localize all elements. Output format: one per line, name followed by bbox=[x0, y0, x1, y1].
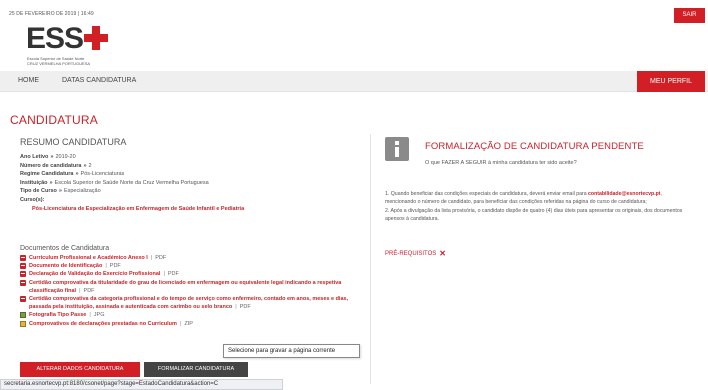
email-link[interactable]: contabilidade@esnortecvp.pt bbox=[588, 191, 661, 197]
tooltip: Selecione para gravar a página corrente bbox=[223, 344, 360, 358]
column-divider bbox=[370, 134, 371, 384]
field-numero-candidatura: Número de candidatura» 2 bbox=[20, 162, 92, 169]
pdf-icon bbox=[20, 255, 26, 261]
pdf-icon bbox=[20, 279, 26, 286]
pdf-icon bbox=[20, 271, 26, 278]
logo-subtitle-2: CRUZ VERMELHA PORTUGUESA bbox=[27, 61, 91, 66]
zip-icon bbox=[20, 320, 26, 327]
close-icon: ✕ bbox=[439, 249, 446, 258]
browser-status-bar: secretaria.esnortecvp.pt:8180/csonet/pag… bbox=[0, 379, 283, 390]
document-item: Declaração de Validação do Exercício Pro… bbox=[20, 270, 360, 278]
document-link[interactable]: Certidão comprovativa da titularidade do… bbox=[29, 280, 341, 294]
main-nav: HOME DATAS CANDIDATURA MEU PERFIL bbox=[0, 71, 708, 92]
document-item: Certidão comprovativa da categoria profi… bbox=[20, 295, 360, 311]
document-link[interactable]: Declaração de Validação do Exercício Pro… bbox=[29, 271, 160, 277]
page-title: CANDIDATURA bbox=[10, 113, 98, 127]
red-cross-icon bbox=[84, 26, 108, 50]
documents-title: Documentos de Candidatura bbox=[20, 245, 110, 252]
formalizacao-subtitle: O que FAZER A SEGUIR à minha candidatura… bbox=[425, 160, 577, 166]
document-link[interactable]: Curriculum Profissional e Académico Anex… bbox=[29, 255, 148, 261]
document-item: Curriculum Profissional e Académico Anex… bbox=[20, 254, 360, 262]
my-profile-button[interactable]: MEU PERFIL bbox=[637, 71, 705, 92]
field-tipo-curso: Tipo de Curso» Especialização bbox=[20, 188, 101, 195]
resumo-title: RESUMO CANDIDATURA bbox=[20, 137, 127, 147]
document-item: Fotografia Tipo Passe | JPG bbox=[20, 311, 360, 319]
document-link[interactable]: Certidão comprovativa da categoria profi… bbox=[29, 296, 348, 310]
field-curso-label: Curso(s): bbox=[20, 196, 45, 203]
info-icon bbox=[385, 137, 409, 161]
field-curso-value: Pós-Licenciatura de Especialização em En… bbox=[32, 205, 245, 212]
formalizacao-instructions: 1. Quando beneficiar das condições espec… bbox=[385, 190, 685, 224]
document-link[interactable]: Fotografia Tipo Passe bbox=[29, 312, 86, 318]
resumo-details: Ano Letivo» 2019-20 Número de candidatura… bbox=[20, 153, 244, 213]
image-icon bbox=[20, 312, 26, 319]
document-item: Comprovativos de declarações prestadas n… bbox=[20, 320, 360, 328]
field-regime: Regime Candidatura» Pós-Licenciaturas bbox=[20, 171, 125, 178]
pdf-icon bbox=[20, 296, 26, 303]
document-link[interactable]: Documento de Identificação bbox=[29, 263, 102, 269]
logout-button[interactable]: SAIR bbox=[674, 8, 705, 23]
document-item: Certidão comprovativa da titularidade do… bbox=[20, 279, 360, 295]
nav-datas-candidatura[interactable]: DATAS CANDIDATURA bbox=[62, 77, 136, 84]
top-bar: 25 DE FEVEREIRO DE 2019 | 16:49 SAIR bbox=[0, 0, 708, 28]
field-ano-letivo: Ano Letivo» 2019-20 bbox=[20, 154, 76, 160]
pdf-icon bbox=[20, 263, 26, 270]
documents-list: Curriculum Profissional e Académico Anex… bbox=[20, 254, 360, 328]
formalizacao-title: FORMALIZAÇÃO DE CANDIDATURA PENDENTE bbox=[425, 141, 644, 152]
current-date: 25 DE FEVEREIRO DE 2019 | 16:49 bbox=[9, 11, 94, 17]
prerequisites-link[interactable]: PRÉ-REQUISITOS ✕ bbox=[385, 248, 446, 258]
instruction-2: 2. Após a divulgação da lista provisória… bbox=[385, 207, 683, 223]
document-item: Documento de Identificação | PDF bbox=[20, 262, 360, 270]
field-instituicao: Instituição» Escola Superior de Saúde Nor… bbox=[20, 179, 209, 186]
alterar-dados-button[interactable]: ALTERAR DADOS CANDIDATURA bbox=[20, 362, 140, 377]
logo-text: ESS bbox=[26, 22, 84, 55]
ess-logo[interactable]: ESS Escola Superior de Saúde Norte CRUZ … bbox=[26, 22, 116, 66]
document-link[interactable]: Comprovativos de declarações prestadas n… bbox=[29, 321, 177, 327]
formalizar-candidatura-button[interactable]: FORMALIZAR CANDIDATURA bbox=[144, 362, 248, 377]
instruction-1: 1. Quando beneficiar das condições espec… bbox=[385, 191, 662, 206]
nav-home[interactable]: HOME bbox=[18, 77, 39, 84]
